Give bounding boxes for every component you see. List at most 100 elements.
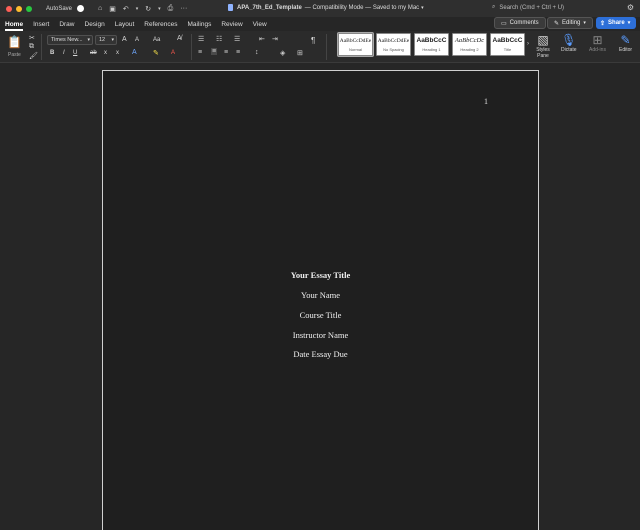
dictate-button[interactable]: 🎙 Dictate [561, 33, 577, 53]
show-formatting-button[interactable]: ¶ [311, 36, 315, 45]
italic-button[interactable]: I [63, 50, 65, 56]
line-spacing-icon[interactable]: ↕ [255, 49, 259, 56]
text-effects-icon[interactable]: A [132, 49, 137, 56]
style-sample: AaBbCcC [416, 37, 447, 44]
redo-icon[interactable]: ↻ [145, 5, 151, 13]
tab-draw[interactable]: Draw [59, 21, 74, 28]
font-name-select[interactable]: Times New... ▾ [47, 35, 93, 45]
tab-review[interactable]: Review [221, 21, 242, 28]
zoom-window-button[interactable] [26, 5, 32, 12]
chevron-down-icon: ▾ [111, 37, 114, 43]
course-title: Course Title [299, 310, 342, 320]
save-icon[interactable]: ▣ [109, 5, 116, 13]
more-icon[interactable]: ··· [180, 5, 187, 12]
chevron-down-icon[interactable]: ▾ [421, 5, 424, 11]
tab-layout[interactable]: Layout [115, 21, 135, 28]
style-name: Title [503, 47, 512, 52]
addins-button[interactable]: ⊞ Add-ins [589, 33, 606, 53]
align-right-icon[interactable]: ≡ [224, 49, 228, 56]
tab-references[interactable]: References [144, 21, 177, 28]
copy-icon[interactable]: ⧉ [29, 43, 34, 51]
share-button[interactable]: ⇪ Share ▾ [596, 17, 636, 29]
share-label: Share [608, 20, 625, 26]
document-name: APA_7th_Ed_Template [237, 4, 302, 11]
minimize-window-button[interactable] [16, 5, 22, 12]
underline-button[interactable]: U [73, 50, 77, 56]
style-heading-2[interactable]: AaBbCcDc Heading 2 [452, 33, 487, 56]
print-icon[interactable]: ⎙ [168, 5, 174, 13]
style-sample: AaBbCcDdEe [377, 37, 410, 44]
shrink-font-button[interactable]: A [135, 37, 139, 43]
search-placeholder: Search (Cmd + Ctrl + U) [499, 4, 565, 11]
home-icon[interactable]: ⌂ [98, 5, 102, 12]
shading-icon[interactable]: ◈ [280, 49, 285, 57]
styles-gallery: AaBbCcDdEe Normal AaBbCcDdEe No Spacing … [337, 32, 525, 57]
ribbon-divider [191, 34, 192, 60]
increase-indent-icon[interactable]: ⇥ [272, 35, 278, 43]
settings-icon[interactable]: ⚙ [627, 3, 634, 12]
document-page[interactable] [102, 70, 539, 530]
strikethrough-button[interactable]: ab [90, 50, 97, 56]
align-left-icon[interactable]: ≡ [198, 49, 202, 56]
close-window-button[interactable] [6, 5, 12, 12]
author-name: Your Name [300, 290, 341, 300]
styles-pane-icon: ▧ [537, 33, 549, 47]
align-center-icon[interactable]: ≡ [211, 48, 218, 55]
instructor-name: Instructor Name [292, 330, 349, 340]
page-number: 1 [484, 97, 488, 106]
editor-label: Editor [619, 47, 633, 53]
autosave-label: AutoSave [46, 5, 73, 12]
style-name: Normal [349, 46, 362, 52]
editing-label: Editing [562, 20, 581, 26]
microphone-icon: 🎙 [561, 33, 577, 47]
search-input[interactable]: ⌕ Search (Cmd + Ctrl + U) [492, 4, 564, 11]
bold-button[interactable]: B [50, 50, 54, 56]
due-date: Date Essay Due [293, 349, 348, 359]
style-normal[interactable]: AaBbCcDdEe Normal [337, 32, 374, 57]
style-name: No Spacing [383, 46, 404, 52]
tab-insert[interactable]: Insert [33, 21, 49, 28]
font-size-select[interactable]: 12 ▾ [95, 35, 117, 45]
decrease-indent-icon[interactable]: ⇤ [259, 35, 265, 43]
styles-pane-label: Styles Pane [536, 47, 550, 59]
subscript-button[interactable]: x [104, 50, 107, 56]
comment-icon: ▭ [501, 20, 507, 27]
bullets-icon[interactable]: ☰ [198, 35, 204, 43]
justify-icon[interactable]: ≡ [236, 49, 240, 56]
style-heading-1[interactable]: AaBbCcC Heading 1 [414, 33, 449, 56]
multilevel-list-icon[interactable]: ☰ [234, 35, 240, 43]
autosave-toggle[interactable] [77, 5, 85, 12]
clear-format-icon[interactable]: A̸ [177, 35, 182, 42]
font-color-button[interactable]: A [171, 50, 175, 56]
ribbon-divider [41, 34, 42, 60]
cut-icon[interactable]: ✂ [29, 34, 35, 42]
tab-design[interactable]: Design [85, 21, 105, 28]
editor-button[interactable]: ✎ Editor [619, 33, 632, 53]
tab-mailings[interactable]: Mailings [188, 21, 212, 28]
format-painter-icon[interactable]: 🖌 [29, 52, 38, 60]
addins-label: Add-ins [589, 47, 606, 53]
ribbon-divider [326, 34, 327, 60]
document-icon [228, 4, 233, 11]
pencil-icon: ✎ [554, 20, 560, 27]
change-case-button[interactable]: Aa [153, 37, 160, 43]
dictate-label: Dictate [561, 47, 577, 53]
window-controls [6, 5, 32, 12]
grow-font-button[interactable]: A [122, 36, 127, 43]
styles-pane-button[interactable]: ▧ Styles Pane [533, 33, 553, 59]
borders-icon[interactable]: ⊞ [297, 49, 303, 57]
chevron-right-icon[interactable]: › [527, 41, 529, 47]
comments-button[interactable]: ▭ Comments [494, 17, 546, 29]
chevron-down-icon[interactable]: ▾ [158, 6, 161, 12]
style-no-spacing[interactable]: AaBbCcDdEe No Spacing [376, 33, 411, 56]
style-title[interactable]: AaBbCcC Title [490, 33, 525, 56]
tab-home[interactable]: Home [5, 21, 24, 31]
editing-button[interactable]: ✎ Editing ▾ [547, 17, 593, 29]
chevron-down-icon[interactable]: ▾ [136, 6, 139, 12]
highlighter-icon[interactable]: ✎ [153, 49, 159, 57]
undo-icon[interactable]: ↶ [123, 5, 129, 13]
superscript-button[interactable]: x [116, 50, 119, 56]
tab-view[interactable]: View [253, 21, 267, 28]
numbering-icon[interactable]: ☷ [216, 35, 222, 43]
clipboard-icon[interactable]: 📋 [7, 35, 22, 49]
